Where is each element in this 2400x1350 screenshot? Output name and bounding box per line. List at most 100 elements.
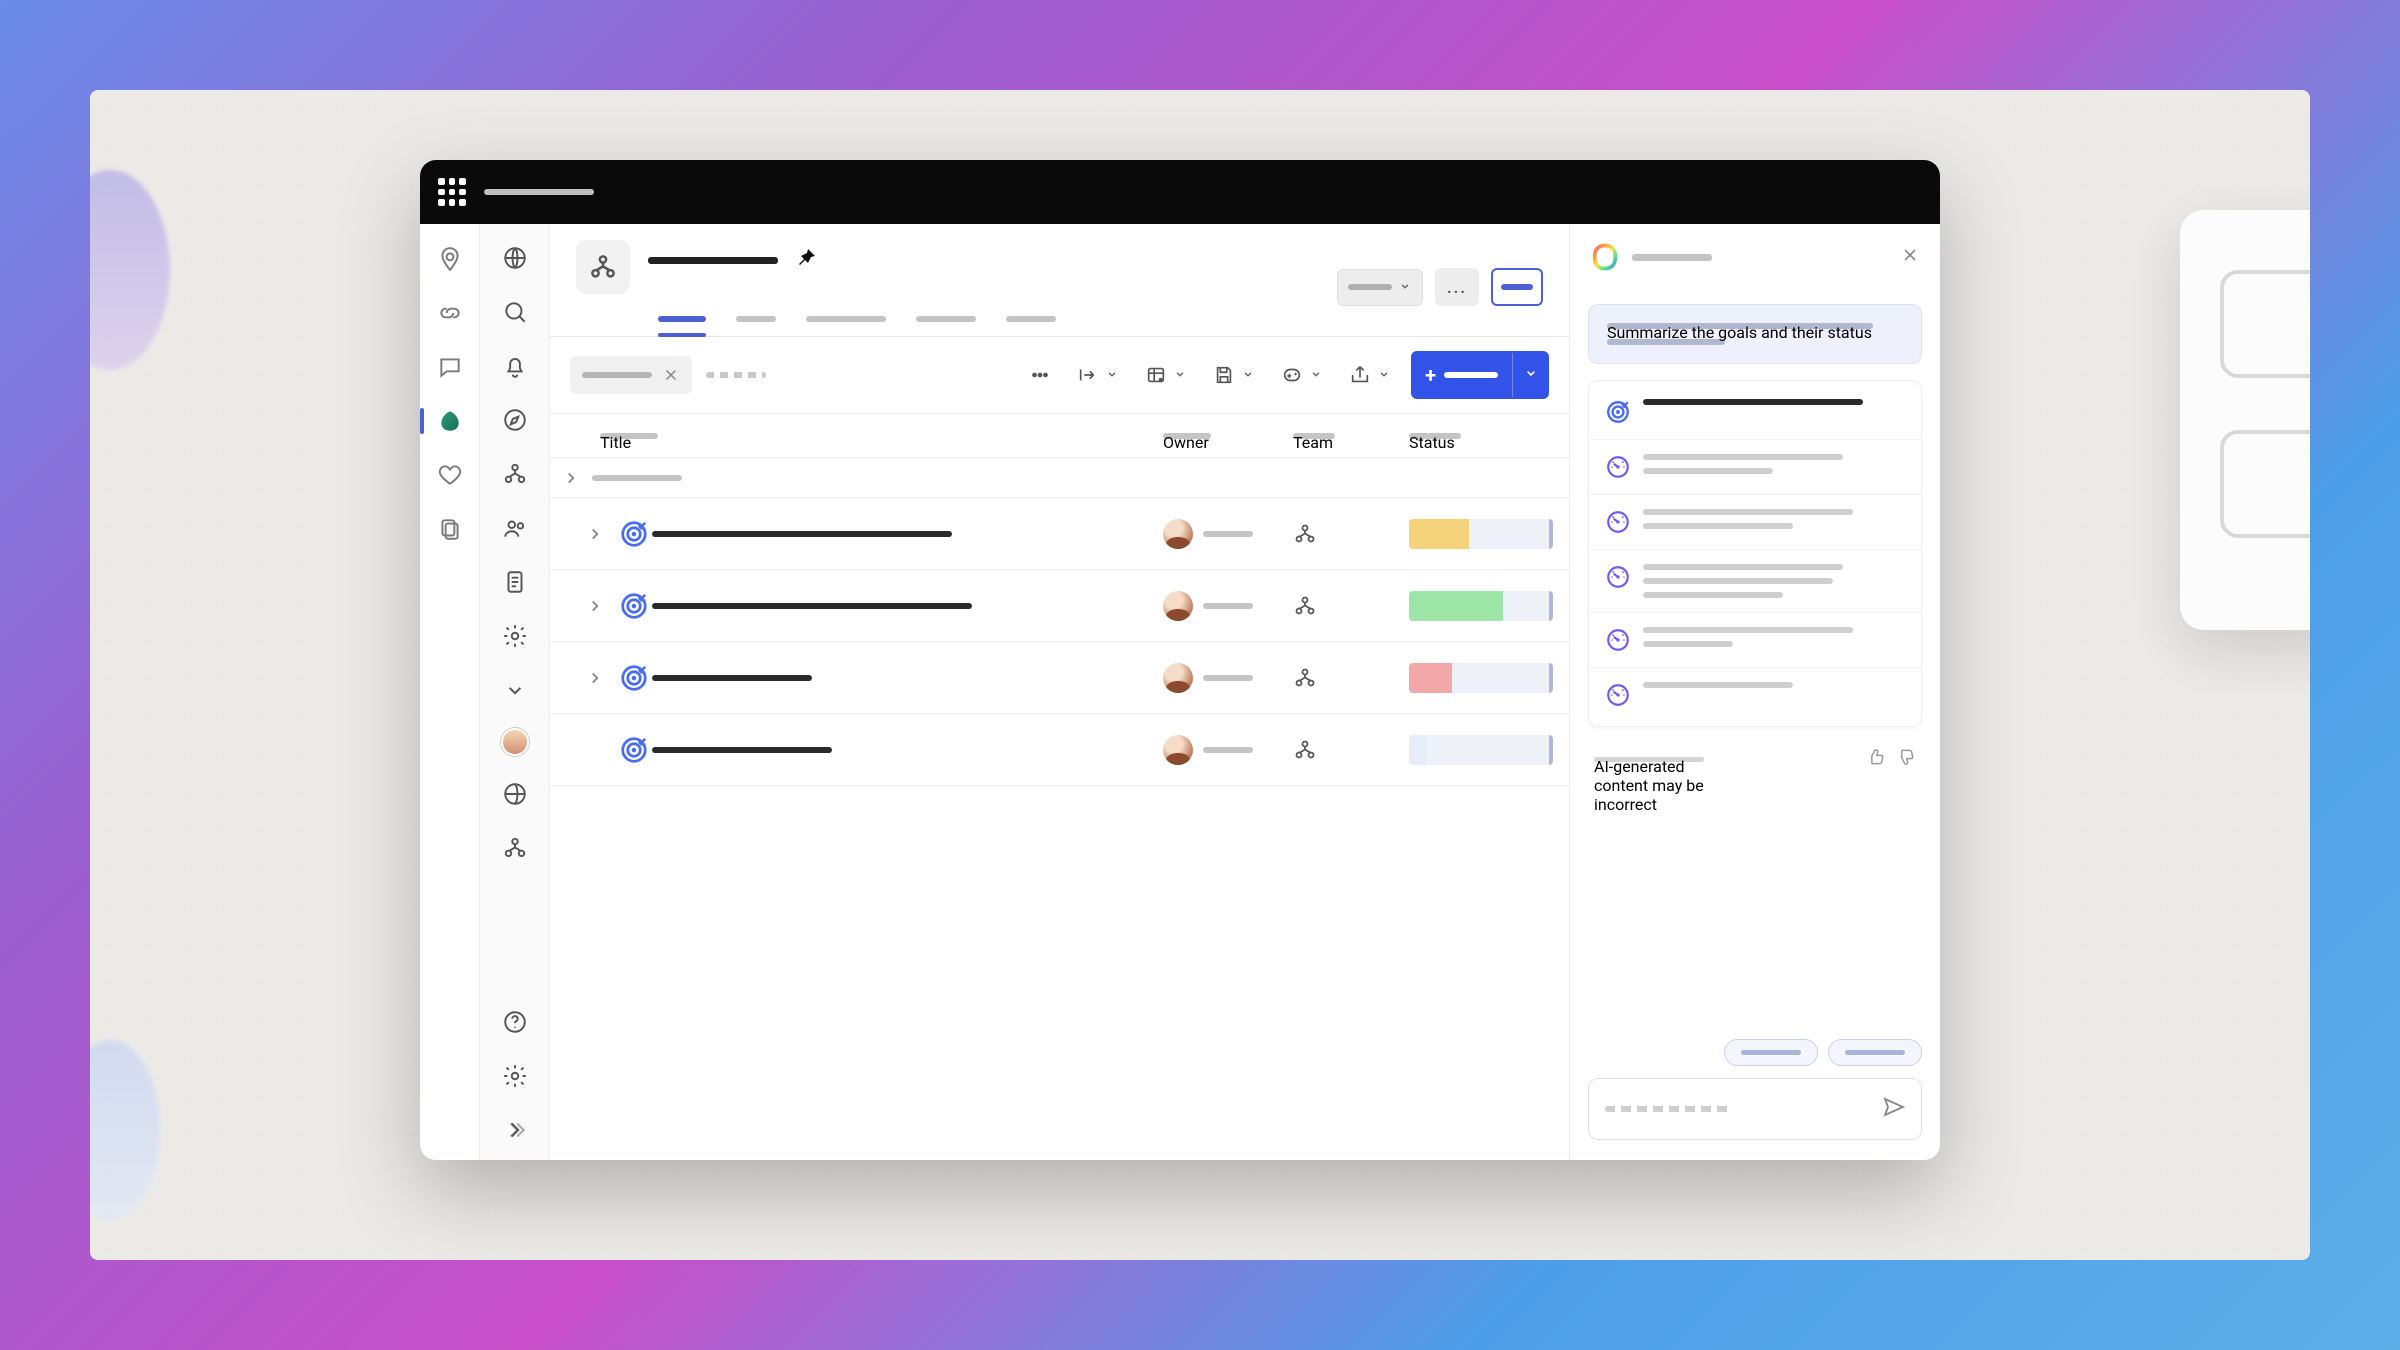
table-row[interactable]: [550, 714, 1569, 786]
files-icon[interactable]: [433, 512, 467, 546]
copilot-sparkle-icon[interactable]: [1275, 358, 1329, 392]
chevron-right-icon[interactable]: [574, 525, 616, 543]
tab-0[interactable]: [658, 316, 706, 336]
owner-name: [1203, 747, 1253, 753]
app-rail: [420, 224, 480, 1160]
team-icon[interactable]: [1279, 522, 1409, 546]
compass-icon[interactable]: [499, 404, 531, 436]
copilot-title: Copilot: [1632, 254, 1712, 261]
globe-icon[interactable]: [499, 242, 531, 274]
status-bar[interactable]: [1409, 591, 1553, 621]
suggestion-pill[interactable]: [1828, 1039, 1922, 1066]
goal-target-icon: [616, 588, 652, 624]
goal-target-icon: [616, 732, 652, 768]
owner-name: [1203, 531, 1253, 537]
help-icon[interactable]: [499, 1006, 531, 1038]
table-row[interactable]: [550, 458, 1569, 498]
table-row[interactable]: [550, 570, 1569, 642]
thumbs-down-icon[interactable]: [1896, 747, 1916, 771]
col-owner: Owner: [1163, 433, 1211, 439]
copilot-result-row[interactable]: [1589, 612, 1921, 667]
chevron-right-icon[interactable]: [550, 469, 592, 487]
close-icon[interactable]: [1900, 245, 1920, 269]
new-goal-button[interactable]: +New goal: [1411, 351, 1549, 399]
gauge-icon: [1605, 682, 1631, 708]
copilot-toggle-button[interactable]: Copilot: [1491, 268, 1543, 306]
org-icon[interactable]: [499, 458, 531, 490]
copilot-panel: Copilot Summarize the goals and their st…: [1570, 224, 1940, 1160]
table-row[interactable]: [550, 642, 1569, 714]
tab-2[interactable]: [806, 316, 886, 336]
link-icon[interactable]: [433, 296, 467, 330]
owner-avatar[interactable]: [1163, 591, 1193, 621]
copilot-result-row[interactable]: [1589, 549, 1921, 612]
team-icon[interactable]: [1279, 594, 1409, 618]
goals-grid: Title Owner Team Status: [550, 414, 1569, 1160]
location-icon[interactable]: [433, 242, 467, 276]
app-window: App window: [420, 160, 1940, 1160]
send-icon[interactable]: [1881, 1095, 1905, 1123]
heart-icon[interactable]: [433, 458, 467, 492]
status-bar[interactable]: [1409, 519, 1553, 549]
copilot-result-row[interactable]: [1589, 385, 1921, 439]
toolbar: Filter applied +New goal: [550, 337, 1569, 414]
bg-decoration: [90, 1040, 160, 1220]
status-bar[interactable]: [1409, 735, 1553, 765]
tab-3[interactable]: [916, 316, 976, 336]
gauge-icon: [1605, 627, 1631, 653]
copilot-result-row[interactable]: [1589, 494, 1921, 549]
dots-icon[interactable]: [1023, 358, 1057, 392]
share-icon[interactable]: [1343, 358, 1397, 392]
app-launcher-icon[interactable]: [438, 178, 466, 206]
tab-1[interactable]: [736, 316, 776, 336]
owner-avatar[interactable]: [1163, 735, 1193, 765]
goal-target-icon: [616, 516, 652, 552]
filter-chip[interactable]: Filter applied: [570, 356, 692, 394]
pin-icon[interactable]: [794, 246, 818, 274]
table-settings-icon[interactable]: [1139, 358, 1193, 392]
team-hierarchy-icon: [576, 240, 630, 294]
tab-4[interactable]: [1006, 316, 1056, 336]
thumbs-up-icon[interactable]: [1866, 747, 1886, 771]
settings-icon[interactable]: [499, 1060, 531, 1092]
chevron-right-icon[interactable]: [574, 669, 616, 687]
org2-icon[interactable]: [499, 832, 531, 864]
owner-avatar[interactable]: [1163, 519, 1193, 549]
team-icon[interactable]: [1279, 666, 1409, 690]
more-button[interactable]: ...: [1435, 268, 1479, 306]
copilot-logo-icon: [1590, 242, 1620, 272]
new-goal-split[interactable]: [1512, 353, 1549, 397]
chat-icon[interactable]: [433, 350, 467, 384]
people-icon[interactable]: [499, 512, 531, 544]
copilot-prompt-card[interactable]: Summarize the goals and their status: [1588, 304, 1922, 364]
suggestion-pill[interactable]: [1724, 1039, 1818, 1066]
page-header: Organization goals View ... Copilot: [550, 224, 1569, 306]
status-bar[interactable]: [1409, 663, 1553, 693]
gear-icon[interactable]: [499, 620, 531, 652]
add-filter-button[interactable]: [706, 372, 766, 378]
table-row[interactable]: [550, 498, 1569, 570]
save-icon[interactable]: [1207, 358, 1261, 392]
copilot-result-row[interactable]: [1589, 439, 1921, 494]
user-avatar[interactable]: [501, 728, 529, 756]
document-icon[interactable]: [499, 566, 531, 598]
view-switcher[interactable]: View: [1337, 269, 1423, 306]
copilot-result-row[interactable]: [1589, 667, 1921, 722]
close-icon[interactable]: [662, 366, 680, 384]
chevron-down-icon[interactable]: [499, 674, 531, 706]
expand-right-icon[interactable]: [1071, 358, 1125, 392]
bell-icon[interactable]: [499, 350, 531, 382]
chevron-right-icon[interactable]: [574, 597, 616, 615]
team-icon[interactable]: [1279, 738, 1409, 762]
viva-goals-icon[interactable]: [433, 404, 467, 438]
collapse-icon[interactable]: [499, 1114, 531, 1146]
bg-window-peek: [2180, 210, 2310, 630]
search-icon[interactable]: [499, 296, 531, 328]
col-status: Status: [1409, 433, 1461, 439]
copilot-response-card: [1588, 380, 1922, 727]
globe2-icon[interactable]: [499, 778, 531, 810]
goal-target-icon: [616, 660, 652, 696]
copilot-composer[interactable]: [1588, 1078, 1922, 1140]
owner-avatar[interactable]: [1163, 663, 1193, 693]
col-team: Team: [1293, 433, 1335, 439]
